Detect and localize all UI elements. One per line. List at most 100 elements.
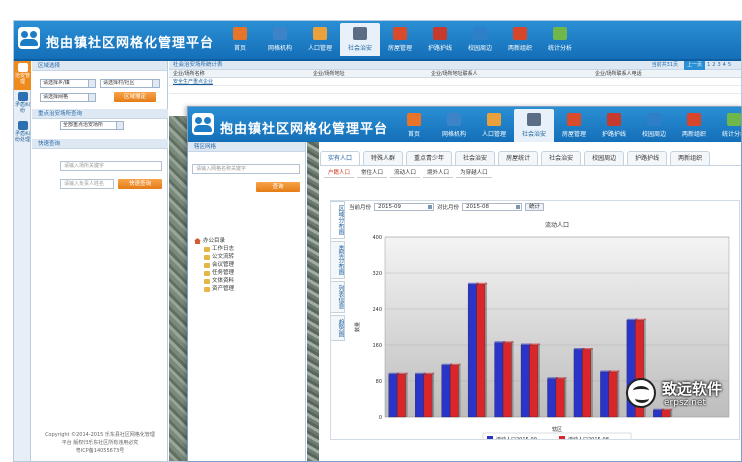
aerial-map[interactable]	[307, 142, 319, 461]
tree-item[interactable]: 会议管理	[204, 261, 234, 269]
bar-top	[423, 372, 435, 375]
nav-item[interactable]: 统计分析	[714, 109, 741, 142]
tab-trend[interactable]: 趋势图	[331, 315, 345, 341]
tab-item[interactable]: 社会治安	[541, 151, 582, 165]
nav-icon	[447, 113, 461, 126]
bar	[555, 378, 565, 418]
brand-logo-icon	[626, 378, 656, 408]
quick-search-button[interactable]: 快速查询	[118, 179, 162, 189]
tab-item[interactable]: 社会治安	[455, 151, 496, 165]
nav-item[interactable]: 首页	[220, 23, 260, 56]
nav-item[interactable]: 人口管理	[300, 23, 340, 56]
nav-item[interactable]: 两新组织	[500, 23, 540, 56]
tab-item[interactable]: 护路护线	[627, 151, 668, 165]
page-link[interactable]: 5	[728, 61, 731, 70]
nav-item[interactable]: 护路护线	[420, 23, 460, 56]
locate-button[interactable]: 区域搜定	[114, 92, 156, 102]
chevron-down-icon	[88, 80, 95, 87]
nav-icon	[407, 113, 421, 126]
nav-item[interactable]: 校园周边	[460, 23, 500, 56]
to-month-input[interactable]: 2015-08	[462, 203, 523, 211]
sidebar-item-dispute[interactable]: 矛盾纠纷	[14, 90, 31, 119]
nav-item[interactable]: 房屋管理	[554, 109, 594, 142]
bar	[520, 344, 530, 418]
town-select[interactable]: 请选择乡/镇	[40, 79, 96, 88]
page-link[interactable]: 4	[723, 61, 726, 70]
aerial-map[interactable]	[169, 116, 189, 461]
bar	[476, 284, 486, 418]
tree-item[interactable]: 工作日志	[204, 245, 234, 253]
tab-item[interactable]: 校园周边	[584, 151, 625, 165]
nav-item[interactable]: 网格机构	[434, 109, 474, 142]
nav-item[interactable]: 人口管理	[474, 109, 514, 142]
subtab-item[interactable]: 境外人口	[423, 169, 454, 178]
sidebar-item-security[interactable]: 治安管理	[14, 61, 31, 90]
owner-name-input[interactable]: 请输入负责人姓名	[60, 179, 114, 189]
tab-list-info[interactable]: 列表信息	[331, 281, 345, 313]
row-link[interactable]: 安全生产重点企业	[173, 79, 213, 85]
nav-icon	[687, 113, 701, 126]
table-row[interactable]: 安全生产重点企业	[169, 78, 741, 86]
copyright-footer: Copyright ©2014-2015 乐东县社区网格化管理 平台 版权归乐东…	[45, 432, 155, 454]
bar	[449, 365, 459, 418]
nav-item[interactable]: 两新组织	[674, 109, 714, 142]
to-label: 对比月份	[437, 205, 460, 211]
from-month-input[interactable]: 2015-09	[374, 203, 435, 211]
subtab-item[interactable]: 常住人口	[357, 169, 388, 178]
tree-root[interactable]: 办公目录	[194, 237, 234, 245]
subtab-item[interactable]: 流动人口	[390, 169, 421, 178]
grid-search-input[interactable]: 请输入网格名称关键字	[192, 164, 300, 174]
nav-item[interactable]: 社会治安	[514, 109, 554, 142]
nav-item[interactable]: 校园周边	[634, 109, 674, 142]
view-tabs: 区域分布图 类型分布图 列表信息 趋势图	[331, 201, 345, 343]
grid-select[interactable]: 请选择网格	[40, 93, 96, 102]
tree-item[interactable]: 公文流转	[204, 253, 234, 261]
page-link[interactable]: 1	[707, 61, 710, 70]
page-link[interactable]: 2	[712, 61, 715, 70]
nav-item[interactable]: 房屋管理	[380, 23, 420, 56]
folder-icon	[204, 262, 210, 268]
subtab-item[interactable]: 户籍人口	[324, 169, 355, 178]
table-header: 企业/场所名称 企业/场所地址 企业/场所地址联系人 企业/场所联系人电话	[169, 70, 741, 78]
tab-type-distribution[interactable]: 类型分布图	[331, 241, 345, 279]
grid-search-button[interactable]: 查询	[256, 182, 300, 192]
place-keyword-input[interactable]: 请输入场所关键字	[60, 161, 162, 171]
tab-item[interactable]: 房屋统计	[498, 151, 539, 165]
nav-item[interactable]: 首页	[394, 109, 434, 142]
y-tick-label: 240	[372, 307, 382, 313]
tab-item[interactable]: 实有人口	[320, 151, 361, 165]
tree-item[interactable]: 文体资料	[204, 277, 234, 285]
folder-icon	[204, 246, 210, 252]
nav-icon	[313, 27, 327, 40]
page-link[interactable]: 3	[717, 61, 720, 70]
main-nav: 首页网格机构人口管理社会治安房屋管理护路护线校园周边两新组织统计分析	[394, 109, 741, 142]
app-logo-icon	[18, 27, 40, 49]
app-title: 抱由镇社区网格化管理平台	[46, 36, 215, 51]
tree-item[interactable]: 任务管理	[204, 269, 234, 277]
village-select[interactable]: 请选择村/社区	[100, 79, 160, 88]
y-axis-label: 数量	[354, 322, 361, 332]
nav-item[interactable]: 统计分析	[540, 23, 580, 56]
from-label: 当前月份	[349, 205, 372, 211]
document-icon	[17, 121, 28, 130]
date-filter: 当前月份 2015-09 对比月份 2015-08 统计	[349, 203, 545, 211]
tab-area-distribution[interactable]: 区域分布图	[331, 201, 345, 239]
nav-item[interactable]: 社会治安	[340, 23, 380, 56]
y-tick-label: 0	[379, 415, 382, 421]
subtab-item[interactable]: 为穿越人口	[456, 169, 492, 178]
sidebar-item-dispute-handle[interactable]: 矛盾纠纷处理	[14, 119, 31, 148]
key-place-select[interactable]: 全部重点治安场所	[60, 121, 124, 130]
bar-shadow	[458, 363, 461, 417]
bar-shadow	[485, 282, 488, 417]
stat-button[interactable]: 统计	[525, 203, 545, 211]
chevron-down-icon	[152, 80, 159, 87]
prev-page-button[interactable]: 上一页	[684, 61, 706, 70]
bar	[582, 349, 592, 418]
nav-icon	[647, 113, 661, 126]
tree-item[interactable]: 资产管理	[204, 285, 234, 293]
tab-item[interactable]: 重点青少年	[406, 151, 453, 165]
nav-item[interactable]: 护路护线	[594, 109, 634, 142]
tab-item[interactable]: 两新组织	[670, 151, 711, 165]
tab-item[interactable]: 特殊人群	[363, 151, 404, 165]
nav-item[interactable]: 网格机构	[260, 23, 300, 56]
